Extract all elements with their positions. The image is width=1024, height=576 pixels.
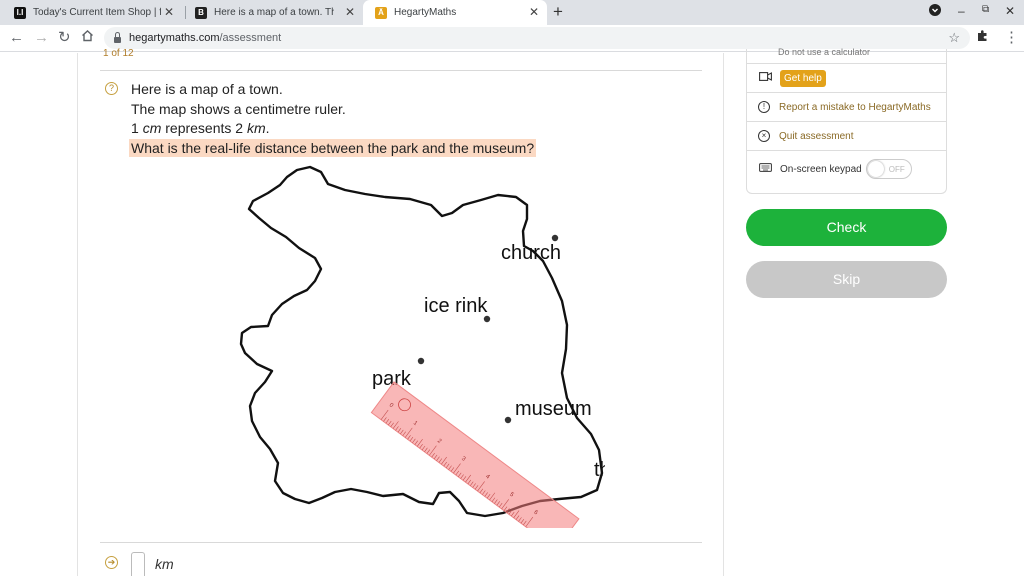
fnbr-icon: I.I [14,6,26,19]
report-row[interactable]: ! Report a mistake to HegartyMaths [747,92,946,121]
hegarty-icon: Ä [375,6,387,19]
tab-fnbr[interactable]: I.I Today's Current Item Shop | fnbr ✕ [2,0,182,25]
scale-unit-cm: cm [142,120,162,136]
home-icon[interactable] [81,29,94,47]
report-mistake-link[interactable]: Report a mistake to HegartyMaths [779,102,931,113]
back-icon[interactable]: ← [9,29,24,47]
close-icon[interactable]: ✕ [529,6,539,18]
church-point [551,234,559,242]
close-icon[interactable]: ✕ [345,6,355,18]
town-boundary [239,165,604,518]
label-theatre: theatre [594,459,605,481]
divider [100,542,702,543]
scale-mid: represents 2 [161,120,247,136]
tab-title: Here is a map of a town. The ma [214,7,334,18]
new-tab-icon[interactable]: + [553,2,563,22]
address-bar[interactable]: hegartymaths.com/assessment ☆ [104,27,970,49]
tab-hegartymaths[interactable]: Ä HegartyMaths ✕ [363,0,547,25]
scale-unit-km: km [246,120,266,136]
minimize-icon[interactable]: – [958,4,965,18]
reload-icon[interactable]: ↻ [58,29,71,47]
toggle-knob [867,161,884,177]
browser-toolbar: ← → ↻ hegartymaths.com/assessment ☆ ⋮ [0,25,1024,52]
brainly-icon: B [195,6,207,19]
profile-icon[interactable] [929,4,941,19]
tools-panel: Do not use a calculator Get help ! Repor… [746,47,947,194]
exclamation-icon: ! [758,101,770,113]
url-host: hegartymaths.com [129,32,220,44]
tab-title: Today's Current Item Shop | fnbr [33,7,161,18]
tab-brainly[interactable]: B Here is a map of a town. The ma ✕ [183,0,363,25]
bookmark-star-icon[interactable]: ☆ [948,30,960,46]
url-path: /assessment [219,32,282,44]
answer-unit: km [155,556,174,572]
forward-icon[interactable]: → [34,29,49,47]
question-panel: 1 of 12 ? Here is a map of a town. The m… [77,48,724,576]
label-church: church [501,242,561,264]
extensions-icon[interactable] [976,29,989,47]
keypad-row: On-screen keypad OFF [747,150,946,187]
answer-input[interactable] [131,552,145,576]
question-icon: ? [105,82,118,95]
museum-point [504,416,512,424]
browser-tab-strip: I.I Today's Current Item Shop | fnbr ✕ B… [0,0,1024,25]
keypad-label: On-screen keypad [780,163,862,175]
quit-row[interactable]: × Quit assessment [747,121,946,150]
quit-assessment-link[interactable]: Quit assessment [779,131,853,142]
keyboard-icon [758,163,772,175]
question-text: Here is a map of a town. The map shows a… [129,80,537,158]
check-button[interactable]: Check [746,209,947,246]
divider [100,70,702,71]
scale-suffix: . [265,120,270,136]
lock-icon [114,31,121,43]
town-map: church ice rink park museum theatre 0123… [239,165,605,528]
keypad-toggle[interactable]: OFF [865,159,912,179]
get-help-row: Get help [747,63,946,92]
calculator-note: Do not use a calculator [778,47,871,57]
video-camera-icon [758,72,772,84]
menu-kebab-icon[interactable]: ⋮ [1004,29,1019,47]
x-circle-icon: × [758,130,770,142]
label-museum: museum [515,398,592,420]
question-counter: 1 of 12 [103,48,134,59]
window-close-icon[interactable]: ✕ [1005,4,1015,18]
skip-button[interactable]: Skip [746,261,947,298]
tab-title: HegartyMaths [394,7,457,18]
close-icon[interactable]: ✕ [164,6,174,18]
question-line-2: The map shows a centimetre ruler. [131,100,346,117]
question-line-1: Here is a map of a town. [131,81,283,97]
answer-arrow-icon: ➔ [105,556,118,569]
question-line-3: 1 cm represents 2 km. [131,119,536,139]
park-point [417,357,425,365]
restore-icon[interactable]: ⧉ [982,4,989,15]
page-content: 1 of 12 ? Here is a map of a town. The m… [0,47,1024,576]
get-help-button[interactable]: Get help [780,69,826,87]
question-highlight: What is the real-life distance between t… [129,138,537,157]
toggle-state: OFF [888,165,905,174]
label-ice-rink: ice rink [424,295,488,317]
scale-prefix: 1 [131,120,143,136]
